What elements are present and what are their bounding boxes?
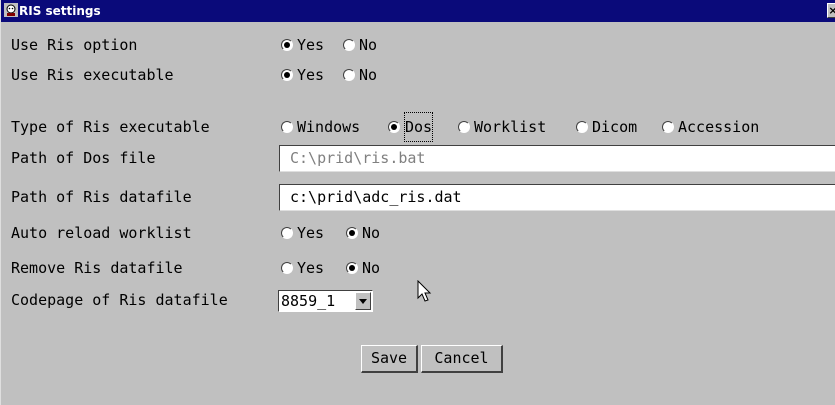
app-icon — [4, 3, 18, 17]
use-ris-executable-no[interactable]: No — [343, 60, 397, 90]
row-auto-reload-worklist: Auto reload worklist Yes No — [1, 218, 835, 248]
radio-button[interactable] — [458, 121, 470, 133]
type-of-ris-executable-label: Type of Ris executable — [11, 118, 210, 136]
ris-settings-window: RIS settings × Use Ris option Yes No Use… — [0, 0, 835, 405]
dos-file-path-input[interactable]: C:\prid\ris.bat — [279, 145, 835, 172]
radio-button-selected[interactable] — [281, 39, 293, 51]
mouse-pointer-icon — [417, 280, 432, 302]
chevron-down-icon[interactable] — [355, 292, 371, 310]
use-ris-option-yes[interactable]: Yes — [281, 30, 335, 60]
title-bar[interactable]: RIS settings × — [1, 0, 835, 22]
type-worklist-option[interactable]: Worklist — [458, 112, 546, 142]
remove-ris-datafile-label: Remove Ris datafile — [11, 259, 183, 277]
row-path-of-ris-datafile: Path of Ris datafile c:\prid\adc_ris.dat — [1, 182, 835, 212]
auto-reload-no[interactable]: No — [346, 218, 400, 248]
row-path-of-dos-file: Path of Dos file C:\prid\ris.bat — [1, 143, 835, 173]
radio-button[interactable] — [343, 39, 355, 51]
radio-button-selected[interactable] — [346, 262, 358, 274]
use-ris-executable-yes[interactable]: Yes — [281, 60, 335, 90]
radio-button[interactable] — [343, 69, 355, 81]
codepage-selected-value: 8859_1 — [281, 292, 336, 310]
radio-button-selected[interactable] — [388, 121, 400, 133]
remove-datafile-no[interactable]: No — [346, 253, 400, 283]
auto-reload-worklist-label: Auto reload worklist — [11, 224, 192, 242]
window-title: RIS settings — [19, 4, 101, 18]
type-dicom-option[interactable]: Dicom — [576, 112, 637, 142]
radio-button[interactable] — [576, 121, 588, 133]
row-type-of-ris-executable: Type of Ris executable Windows Dos Workl… — [1, 112, 835, 142]
codepage-select[interactable]: 8859_1 — [278, 290, 373, 312]
close-button[interactable]: × — [827, 3, 835, 18]
type-windows-option[interactable]: Windows — [281, 112, 360, 142]
use-ris-executable-label: Use Ris executable — [11, 66, 174, 84]
row-use-ris-option: Use Ris option Yes No — [1, 30, 835, 60]
row-use-ris-executable: Use Ris executable Yes No — [1, 60, 835, 90]
radio-button-selected[interactable] — [346, 227, 358, 239]
path-of-ris-datafile-label: Path of Ris datafile — [11, 188, 192, 206]
codepage-label: Codepage of Ris datafile — [11, 291, 228, 309]
auto-reload-yes[interactable]: Yes — [281, 218, 335, 248]
save-button[interactable]: Save — [361, 345, 418, 373]
radio-button[interactable] — [281, 121, 293, 133]
radio-button[interactable] — [281, 227, 293, 239]
radio-button-selected[interactable] — [281, 69, 293, 81]
remove-datafile-yes[interactable]: Yes — [281, 253, 335, 283]
row-remove-ris-datafile: Remove Ris datafile Yes No — [1, 253, 835, 283]
radio-button[interactable] — [662, 121, 674, 133]
type-dos-option[interactable]: Dos — [388, 112, 442, 142]
use-ris-option-no[interactable]: No — [343, 30, 397, 60]
ris-datafile-path-input[interactable]: c:\prid\adc_ris.dat — [279, 184, 835, 211]
radio-button[interactable] — [281, 262, 293, 274]
cancel-button[interactable]: Cancel — [421, 345, 503, 373]
path-of-dos-file-label: Path of Dos file — [11, 149, 156, 167]
use-ris-option-label: Use Ris option — [11, 36, 138, 54]
type-accession-option[interactable]: Accession — [662, 112, 759, 142]
